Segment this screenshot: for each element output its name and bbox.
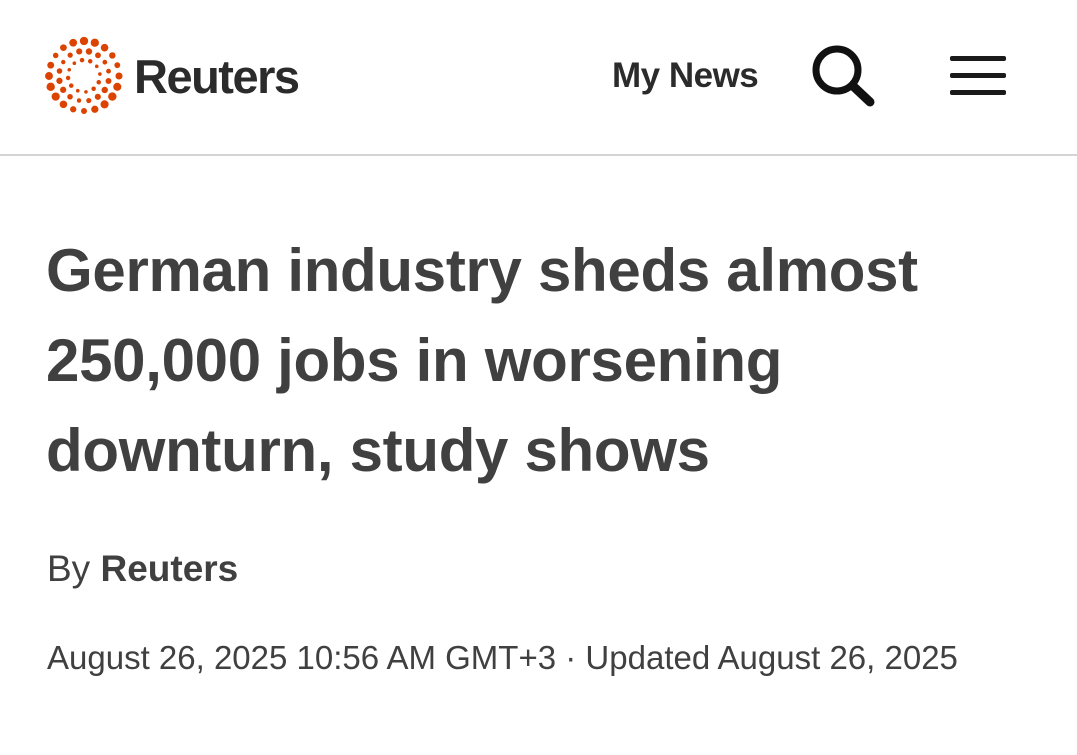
logo-dot bbox=[68, 83, 74, 88]
published-time: August 26, 2025 10:56 AM GMT+3 bbox=[47, 639, 557, 676]
logo-dot bbox=[114, 62, 121, 69]
logo-dot bbox=[75, 88, 80, 93]
reuters-logo[interactable]: Reuters bbox=[44, 36, 300, 116]
logo-dot bbox=[109, 52, 116, 59]
logo-dot bbox=[46, 82, 55, 92]
logo-dot bbox=[98, 72, 102, 76]
logo-dot bbox=[70, 106, 77, 113]
byline-prefix: By bbox=[47, 548, 91, 589]
logo-dot bbox=[60, 44, 67, 52]
logo-dot bbox=[86, 97, 92, 104]
logo-dot bbox=[69, 38, 78, 47]
logo-dot bbox=[84, 90, 88, 94]
logo-dot bbox=[113, 82, 122, 91]
logo-dot bbox=[101, 86, 108, 94]
logo-dot bbox=[100, 43, 109, 52]
logo-dot bbox=[105, 78, 112, 84]
logo-dot bbox=[81, 108, 87, 114]
dateline: August 26, 2025 10:56 AM GMT+3 · Updated… bbox=[47, 630, 1047, 686]
dateline-separator: · bbox=[565, 639, 577, 676]
logo-dot bbox=[108, 92, 117, 101]
logo-dot bbox=[76, 48, 83, 55]
logo-dot bbox=[100, 100, 109, 109]
logo-dot bbox=[79, 36, 89, 46]
menu-icon bbox=[950, 56, 1006, 95]
logo-dot bbox=[90, 38, 99, 47]
byline: By Reuters bbox=[47, 548, 238, 590]
logo-dot bbox=[51, 92, 60, 101]
logo-dot bbox=[72, 61, 77, 66]
logo-dot bbox=[67, 67, 72, 72]
logo-dot bbox=[95, 52, 101, 59]
logo-dot bbox=[59, 100, 68, 109]
logo-dot bbox=[102, 59, 108, 65]
my-news-link[interactable]: My News bbox=[612, 56, 759, 96]
logo-dot bbox=[47, 61, 55, 69]
logo-dot bbox=[60, 86, 67, 93]
logo-dot bbox=[85, 48, 93, 55]
logo-mark-icon bbox=[45, 36, 123, 114]
logo-dot bbox=[106, 68, 111, 74]
logo-dot bbox=[56, 68, 63, 74]
search-button[interactable] bbox=[808, 42, 878, 108]
search-icon bbox=[812, 45, 875, 107]
logo-dot bbox=[94, 93, 101, 100]
byline-author[interactable]: Reuters bbox=[100, 548, 238, 589]
site-header: Reuters My News bbox=[0, 0, 1077, 156]
logo-dot bbox=[96, 79, 101, 85]
logo-dot bbox=[88, 59, 93, 64]
logo-dot bbox=[61, 59, 66, 65]
logo-dot bbox=[67, 93, 73, 100]
logo-dot bbox=[76, 98, 82, 103]
article-headline: German industry sheds almost 250,000 job… bbox=[46, 237, 918, 484]
logo-dot bbox=[79, 57, 85, 63]
logo-dot bbox=[91, 86, 96, 91]
updated-time: Updated August 26, 2025 bbox=[585, 639, 958, 676]
logo-dot bbox=[65, 75, 71, 81]
logo-dot bbox=[67, 52, 73, 58]
logo-dot bbox=[94, 64, 99, 69]
logo-dot bbox=[115, 72, 123, 80]
logo-dot bbox=[45, 72, 53, 80]
brand-name: Reuters bbox=[134, 49, 300, 103]
logo-dot bbox=[56, 77, 63, 84]
logo-dot bbox=[91, 105, 99, 113]
logo-dot bbox=[52, 52, 59, 59]
menu-button[interactable] bbox=[946, 52, 1010, 100]
